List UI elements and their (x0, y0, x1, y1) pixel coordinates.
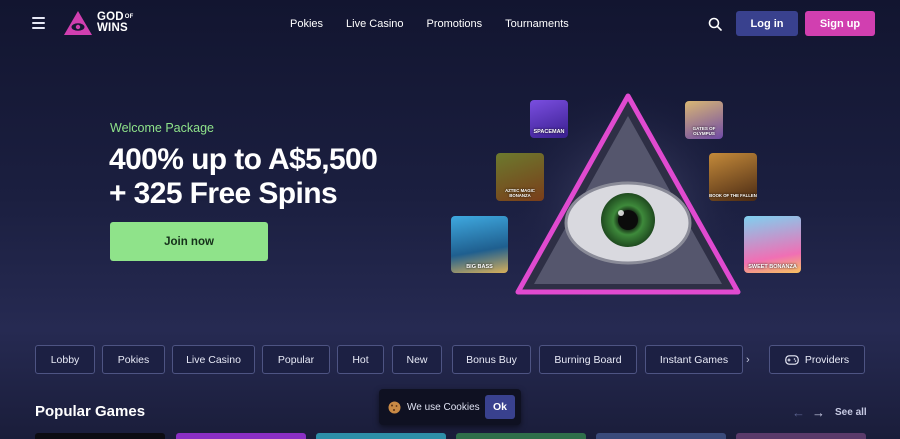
category-burning-board[interactable]: Burning Board (539, 345, 637, 374)
category-bonus-buy[interactable]: Bonus Buy (452, 345, 531, 374)
category-live-casino[interactable]: Live Casino (172, 345, 255, 374)
category-new[interactable]: New (392, 345, 442, 374)
game-card-2[interactable] (176, 433, 306, 439)
welcome-package-label: Welcome Package (110, 121, 214, 135)
cookie-icon (388, 401, 401, 414)
game-card-5[interactable] (596, 433, 726, 439)
search-icon[interactable] (708, 17, 722, 31)
logo-wordmark: GODOF WINS (97, 11, 134, 34)
see-all-link[interactable]: See all (835, 407, 867, 418)
eye-triangle-logo-icon (64, 11, 92, 35)
category-pokies[interactable]: Pokies (102, 345, 165, 374)
game-card-4[interactable] (456, 433, 586, 439)
nav-promotions[interactable]: Promotions (427, 18, 483, 30)
hero-game-spaceman[interactable]: SPACEMAN (530, 100, 568, 138)
hero-headline: 400% up to A$5,500 + 325 Free Spins (109, 143, 378, 211)
nav-pokies[interactable]: Pokies (290, 18, 323, 30)
headline-line-1: 400% up to A$5,500 (109, 143, 378, 176)
game-card-3[interactable] (316, 433, 446, 439)
top-header: GODOF WINS Pokies Live Casino Promotions… (0, 0, 900, 47)
hero-game-book-of-the-fallen[interactable]: BOOK OF THE FALLEN (709, 153, 757, 201)
nav-tournaments[interactable]: Tournaments (505, 18, 569, 30)
hero-game-sweet-bonanza[interactable]: SWEET BONANZA (744, 216, 801, 273)
game-card-1[interactable] (35, 433, 165, 439)
arrow-right-icon[interactable]: → (812, 405, 825, 420)
signup-button[interactable]: Sign up (805, 11, 875, 36)
category-instant-games[interactable]: Instant Games (645, 345, 743, 374)
providers-label: Providers (804, 353, 850, 366)
arrow-left-icon[interactable]: ← (792, 405, 805, 420)
hero-game-aztec-magic-bonanza[interactable]: AZTEC MAGIC BONANZA (496, 153, 544, 201)
cookie-message: We use Cookies (407, 402, 480, 413)
chevron-right-icon[interactable]: › (746, 354, 750, 366)
cookie-banner: We use Cookies Ok (379, 389, 521, 425)
hero-game-big-bass[interactable]: BIG BASS (451, 216, 508, 273)
category-hot[interactable]: Hot (337, 345, 384, 374)
gamepad-icon (785, 354, 799, 365)
headline-line-2: + 325 Free Spins (109, 177, 338, 210)
join-now-button[interactable]: Join now (110, 222, 268, 261)
menu-icon[interactable] (32, 17, 45, 29)
category-lobby[interactable]: Lobby (35, 345, 95, 374)
main-nav: Pokies Live Casino Promotions Tournament… (290, 0, 592, 47)
nav-live-casino[interactable]: Live Casino (346, 18, 403, 30)
cookie-ok-button[interactable]: Ok (485, 395, 515, 419)
hero-game-gates-of-olympus[interactable]: GATES OF OLYMPUS (685, 101, 723, 139)
brand-logo[interactable]: GODOF WINS (63, 10, 134, 36)
game-card-6[interactable] (736, 433, 866, 439)
category-popular[interactable]: Popular (262, 345, 330, 374)
providers-button[interactable]: Providers (769, 345, 865, 374)
login-button[interactable]: Log in (736, 11, 798, 36)
popular-games-title: Popular Games (35, 403, 146, 420)
